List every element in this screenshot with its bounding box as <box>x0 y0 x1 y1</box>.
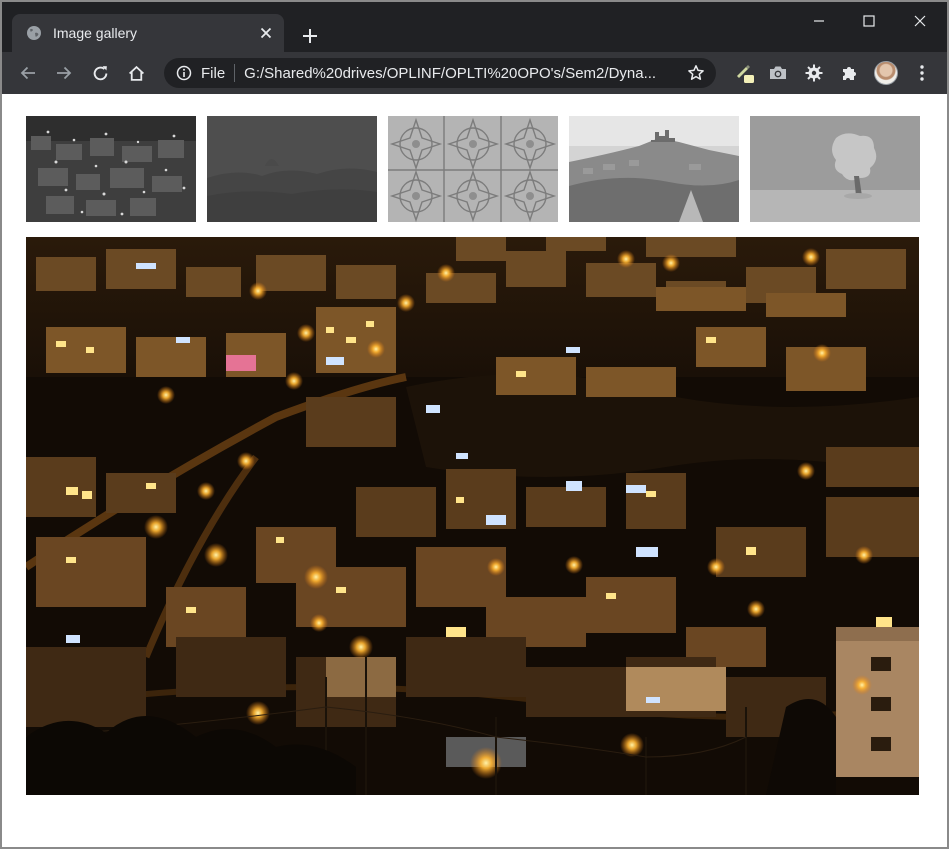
address-bar[interactable]: File G:/Shared%20drives/OPLINF/OPLTI%20O… <box>164 58 716 88</box>
new-tab-button[interactable] <box>296 22 324 50</box>
close-icon <box>914 15 926 27</box>
highlighter-extension-icon[interactable] <box>728 57 760 89</box>
maximize-button[interactable] <box>844 2 894 40</box>
close-tab-icon[interactable] <box>256 23 276 43</box>
url-text[interactable]: G:/Shared%20drives/OPLINF/OPLTI%20OPO's/… <box>244 65 680 82</box>
close-window-button[interactable] <box>895 2 945 40</box>
page-content <box>2 94 947 847</box>
info-icon[interactable] <box>176 65 192 81</box>
divider <box>234 64 236 82</box>
plus-icon <box>303 29 317 43</box>
home-button[interactable] <box>120 57 152 89</box>
kebab-menu-icon[interactable] <box>906 57 938 89</box>
avatar[interactable] <box>874 61 898 85</box>
thumbnail-strip <box>26 116 920 222</box>
minimize-button[interactable] <box>794 2 844 40</box>
arrow-right-icon <box>57 66 72 80</box>
camera-extension-icon[interactable] <box>762 57 794 89</box>
dark-landscape-thumbnail[interactable] <box>207 116 377 222</box>
snowy-tree-thumbnail[interactable] <box>750 116 920 222</box>
minimize-icon <box>814 20 824 22</box>
arrow-left-icon <box>20 66 35 80</box>
home-icon <box>128 65 144 81</box>
hilltop-castle-thumbnail[interactable] <box>569 116 739 222</box>
back-button[interactable] <box>12 57 44 89</box>
browser-toolbar: File G:/Shared%20drives/OPLINF/OPLTI%20O… <box>2 52 947 94</box>
star-icon[interactable] <box>686 63 706 83</box>
url-scheme-label: File <box>201 64 226 82</box>
reload-button[interactable] <box>84 57 116 89</box>
tab-title: Image gallery <box>53 25 138 41</box>
reload-icon <box>93 65 107 80</box>
globe-icon <box>26 25 42 41</box>
geometric-pattern-thumbnail[interactable] <box>388 116 558 222</box>
forward-button[interactable] <box>48 57 80 89</box>
tab-image-gallery[interactable]: Image gallery <box>12 14 284 52</box>
browser-window: Image gallery File G:/Shared%20drives/OP… <box>0 0 949 849</box>
maximize-icon <box>863 15 875 27</box>
gear-extension-icon[interactable] <box>798 57 830 89</box>
tab-strip: Image gallery <box>2 2 947 52</box>
puzzle-extensions-icon[interactable] <box>834 57 866 89</box>
night-city-main-image[interactable] <box>26 237 919 795</box>
night-city-thumbnail[interactable] <box>26 116 196 222</box>
